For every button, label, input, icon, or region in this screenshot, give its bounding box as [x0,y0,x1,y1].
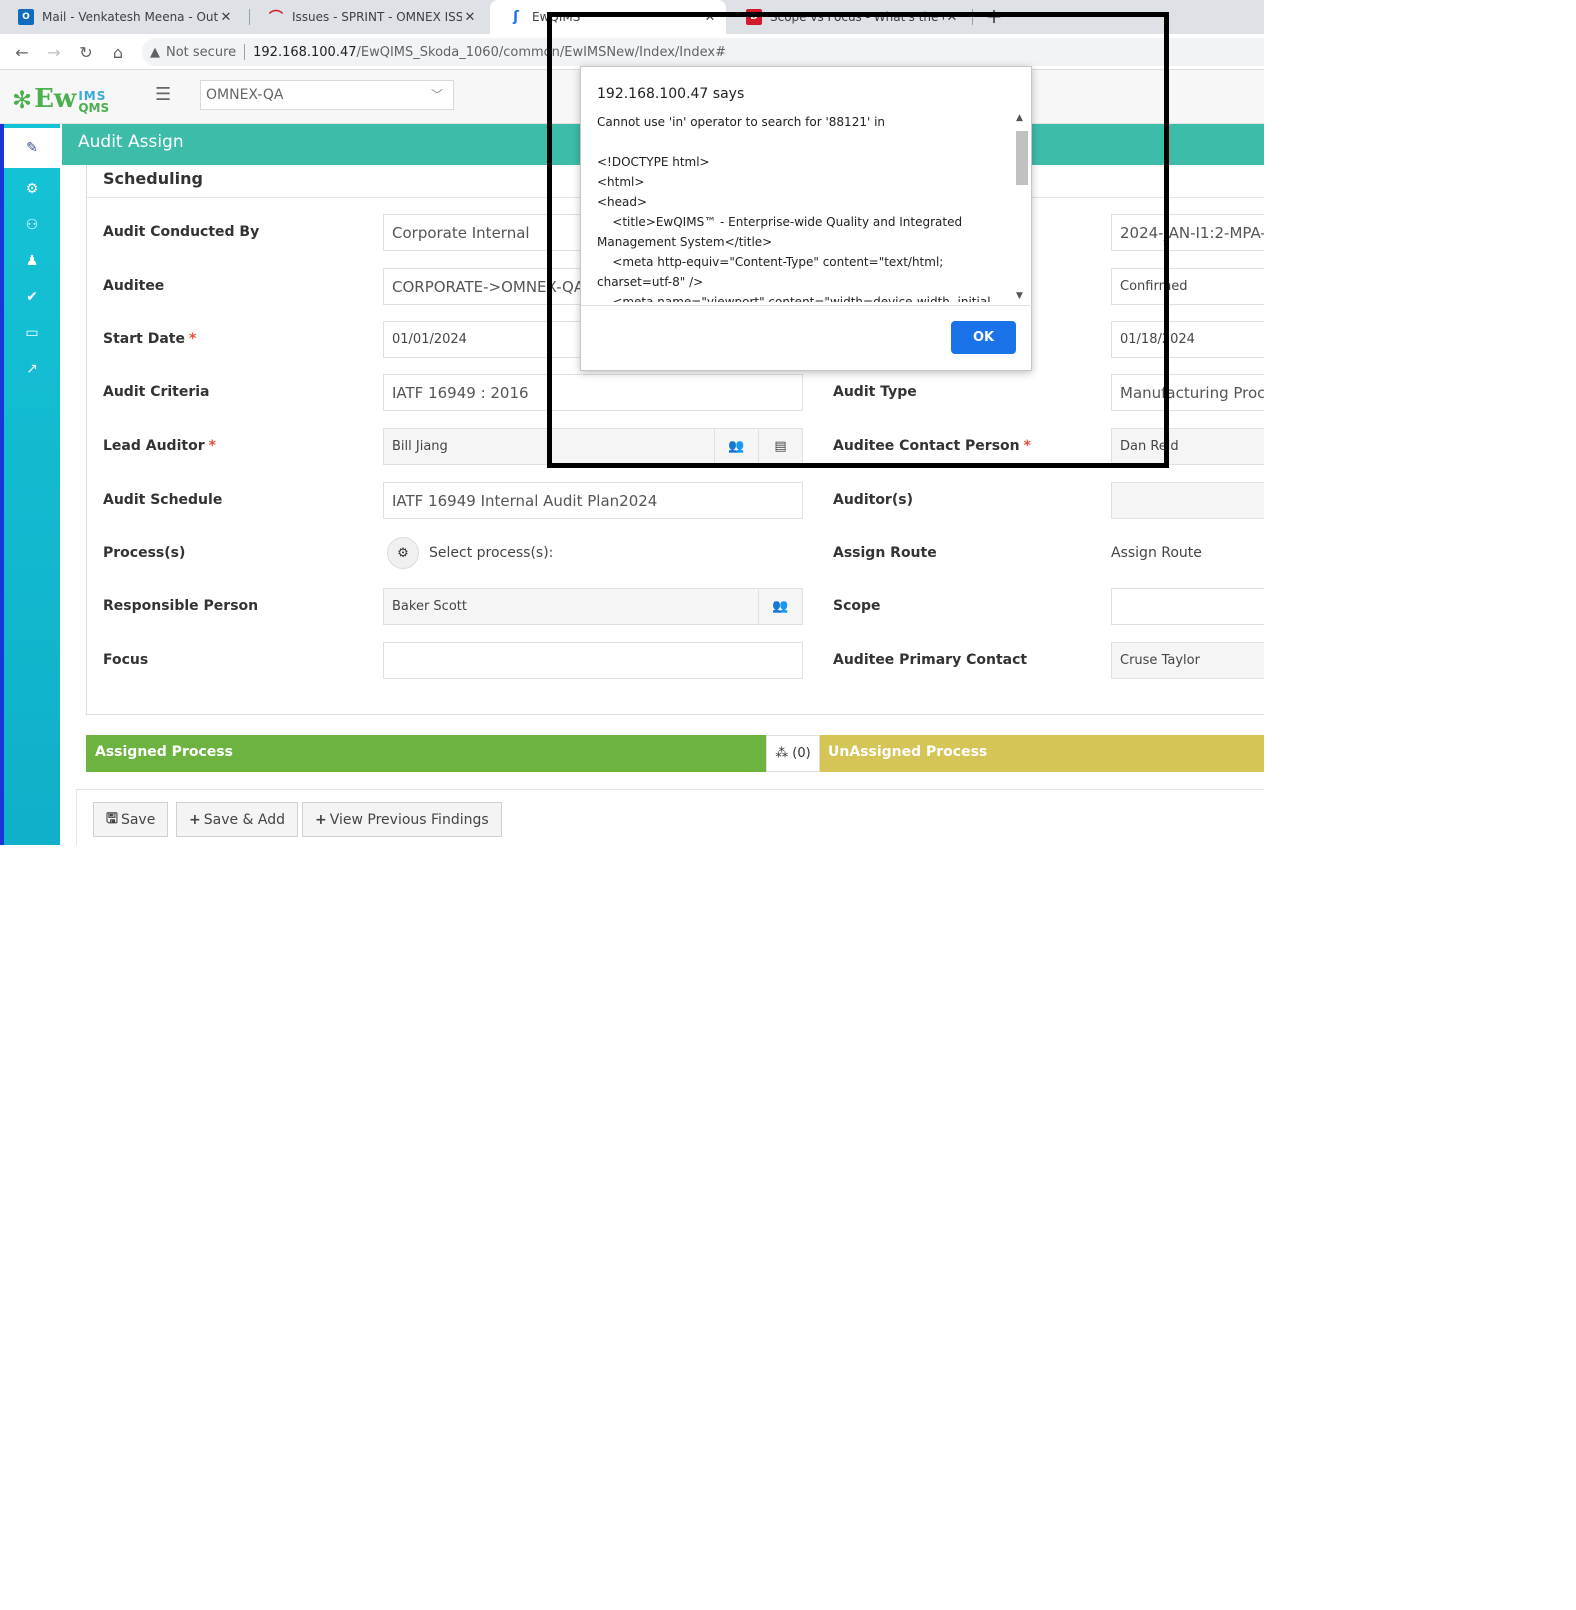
close-icon[interactable]: ✕ [462,10,478,25]
teacher-icon: ▭ [25,325,39,341]
auditee-primary-contact-label: Auditee Primary Contact [833,652,1028,668]
responsible-person-value: Baker Scott [392,599,467,614]
start-date-value: 01/01/2024 [392,332,467,347]
jira-icon: ⌒ [269,10,283,26]
process-gears-icon[interactable]: ⚙ [387,537,419,569]
ewqims-icon: ʃ [513,9,519,25]
back-arrow-icon[interactable]: ← [10,40,34,64]
sidebar: ✎ ⚙ ⚇ ♟ ✔ ▭ ↗ [0,124,60,845]
reload-icon[interactable]: ↻ [74,40,98,64]
site-select[interactable]: OMNEX-QA ﹀ [200,80,454,110]
home-icon[interactable]: ⌂ [106,40,130,64]
assigned-process-label: Assigned Process [95,744,233,760]
unassigned-process-label: UnAssigned Process [828,744,988,760]
assigned-count-value: (0) [792,746,811,761]
button-area-border [76,789,77,845]
screen: O Mail - Venkatesh Meena - Outlook ✕ ⌒ I… [0,0,1576,1610]
omnibox-divider [244,44,246,60]
auditors-label: Auditor(s) [833,492,913,508]
url-host: 192.168.100.47 [253,44,357,60]
security-label[interactable]: Not secure [166,45,236,60]
auditee-label: Auditee [103,278,165,294]
users-icon[interactable]: 👥 [758,589,802,624]
audit-schedule-label: Audit Schedule [103,492,223,508]
audit-schedule-field[interactable]: IATF 16949 Internal Audit Plan2024 [383,482,803,519]
sidebar-item-user-check[interactable]: ✔ [4,282,60,312]
sidebar-item-reports[interactable]: ↗ [4,354,60,384]
required-marker: * [208,438,216,454]
responsible-person-field[interactable]: Baker Scott 👥 [383,588,803,625]
save-and-add-button[interactable]: + Save & Add [176,802,299,837]
scope-field[interactable] [1111,588,1264,625]
sidebar-item-settings[interactable]: ⚙ [4,174,60,204]
assigned-count: ⁂ (0) [766,735,820,772]
site-select-value: OMNEX-QA [206,87,284,103]
logo-ew-text: Ew [34,84,77,114]
tab-outlook[interactable]: O Mail - Venkatesh Meena - Outlook ✕ [0,0,242,34]
tab-title: Mail - Venkatesh Meena - Outlook [42,10,218,24]
browser-window: O Mail - Venkatesh Meena - Outlook ✕ ⌒ I… [0,0,1264,845]
focus-label: Focus [103,652,149,668]
select-processes-text: Select process(s): [429,545,554,561]
audit-criteria-label: Audit Criteria [103,384,210,400]
start-date-label: Start Date * [103,331,196,347]
close-icon[interactable]: ✕ [218,10,234,25]
sidebar-item-groups[interactable]: ⚇ [4,210,60,240]
sidebar-item-user-settings[interactable]: ♟ [4,246,60,276]
auditee-primary-contact-value: Cruse Taylor [1120,653,1200,668]
gear-icon: ⚙ [25,181,39,197]
button-area-divider [76,789,1264,790]
tab-jira[interactable]: ⌒ Issues - SPRINT - OMNEX ISSUE ✕ [250,0,486,34]
audit-criteria-value: IATF 16949 : 2016 [392,383,529,402]
view-previous-findings-button[interactable]: + View Previous Findings [302,802,502,837]
scope-label: Scope [833,598,881,614]
save-button-label: Save [120,811,156,828]
cubes-icon: ⁂ [775,746,789,761]
chevron-down-icon: ﹀ [430,88,443,102]
hamburger-menu-icon[interactable]: ☰ [155,84,171,105]
logo-qms-text: QMS [78,101,110,115]
chart-line-icon: ↗ [26,361,38,377]
view-previous-findings-label: View Previous Findings [329,811,489,828]
user-check-icon: ✔ [26,289,38,305]
logo-stack: IMS QMS [78,90,109,114]
sidebar-item-training[interactable]: ▭ [4,318,60,348]
responsible-person-label: Responsible Person [103,598,259,614]
audit-conducted-by-label: Audit Conducted By [103,224,260,240]
ewqims-logo[interactable]: ✻ Ew IMS QMS [12,78,109,114]
auditee-primary-contact-field[interactable]: Cruse Taylor [1111,642,1264,679]
processes-label: Process(s) [103,545,186,561]
user-gear-icon: ♟ [25,253,39,269]
focus-field[interactable] [383,642,803,679]
sidebar-item-audit[interactable]: ✎ [4,128,60,168]
section-title: Scheduling [103,169,203,188]
audit-icon: ✎ [26,140,38,156]
lead-auditor-value: Bill Jiang [392,439,448,454]
tab-title: Issues - SPRINT - OMNEX ISSUE [292,10,462,24]
annotation-highlight-box [547,12,1169,468]
page-title: Audit Assign [78,132,184,152]
users-gear-icon: ⚇ [25,217,39,233]
forward-arrow-icon[interactable]: → [42,40,66,64]
plus-icon: + [315,811,327,828]
assign-route-link[interactable]: Assign Route [1111,545,1202,561]
audit-conducted-by-value: Corporate Internal [392,223,530,242]
warning-triangle-icon: ▲ [150,44,160,60]
lead-auditor-label-text: Lead Auditor [103,438,205,454]
audit-schedule-value: IATF 16949 Internal Audit Plan2024 [392,491,658,510]
lead-auditor-label: Lead Auditor * [103,438,216,454]
unassigned-process-bar[interactable]: UnAssigned Process [820,735,1264,772]
save-and-add-button-label: Save & Add [203,811,286,828]
start-date-label-text: Start Date [103,331,185,347]
plus-icon: + [189,811,201,828]
outlook-icon: O [18,9,34,25]
save-button[interactable]: 🖫 Save [93,802,169,837]
auditors-field[interactable] [1111,482,1264,519]
flower-logo-icon: ✻ [12,86,33,114]
required-marker: * [188,331,197,347]
assigned-process-bar[interactable]: Assigned Process [86,735,766,772]
save-icon: 🖫 [106,810,118,827]
assign-route-label: Assign Route [833,545,937,561]
